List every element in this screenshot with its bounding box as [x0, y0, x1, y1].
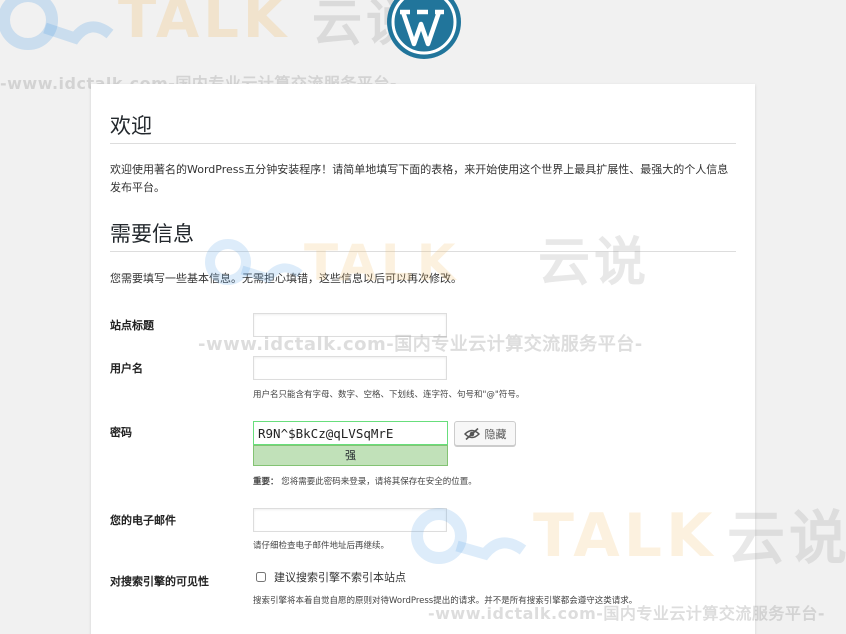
password-input[interactable]: [253, 421, 448, 445]
email-hint: 请仔细检查电子邮件地址后再继续。: [253, 541, 390, 551]
watermark-q-icon: [0, 0, 114, 50]
email-input[interactable]: [253, 508, 447, 532]
password-hint: 重要： 您将需要此密码来登录，请将其保存在安全的位置。: [253, 475, 477, 487]
visibility-hint: 搜索引擎将本着自觉自愿的原则对待WordPress提出的请求。并不是所有搜索引擎…: [253, 596, 638, 606]
eye-slash-icon: [463, 427, 480, 440]
welcome-text: 欢迎使用著名的WordPress五分钟安装程序！请简单地填写下面的表格，来开始使…: [110, 163, 729, 194]
email-label: 您的电子邮件: [110, 514, 176, 527]
hide-password-label: 隐藏: [484, 427, 507, 441]
install-page: TALK 云说 -www.idctalk.com-国内专业云计算交流服务平台- …: [0, 0, 846, 634]
no-index-checkbox[interactable]: [256, 572, 266, 582]
site-title-label: 站点标题: [110, 319, 154, 332]
watermark-brand: TALK: [118, 0, 291, 51]
site-title-input[interactable]: [253, 313, 447, 337]
wordpress-logo-icon: [387, 0, 461, 59]
password-hint-text: 您将需要此密码来登录，请将其保存在安全的位置。: [281, 477, 477, 487]
username-hint: 用户名只能含有字母、数字、空格、下划线、连字符、句号和"@"符号。: [253, 390, 525, 400]
visibility-label: 对搜索引擎的可见性: [110, 575, 209, 588]
password-strength-meter: 强: [253, 445, 448, 466]
password-label: 密码: [110, 426, 132, 439]
password-hint-strong: 重要：: [253, 477, 279, 487]
username-label: 用户名: [110, 362, 143, 375]
welcome-divider: [110, 143, 736, 144]
info-text: 您需要填写一些基本信息。无需担心填错，这些信息以后可以再次修改。: [110, 272, 462, 285]
username-input[interactable]: [253, 356, 447, 380]
info-divider: [110, 251, 736, 252]
info-title: 需要信息: [110, 222, 194, 246]
hide-password-button[interactable]: 隐藏: [454, 421, 516, 446]
welcome-title: 欢迎: [110, 114, 152, 138]
install-card: 欢迎 欢迎使用著名的WordPress五分钟安装程序！请简单地填写下面的表格，来…: [91, 84, 755, 634]
no-index-checkbox-label[interactable]: 建议搜索引擎不索引本站点: [274, 569, 406, 585]
